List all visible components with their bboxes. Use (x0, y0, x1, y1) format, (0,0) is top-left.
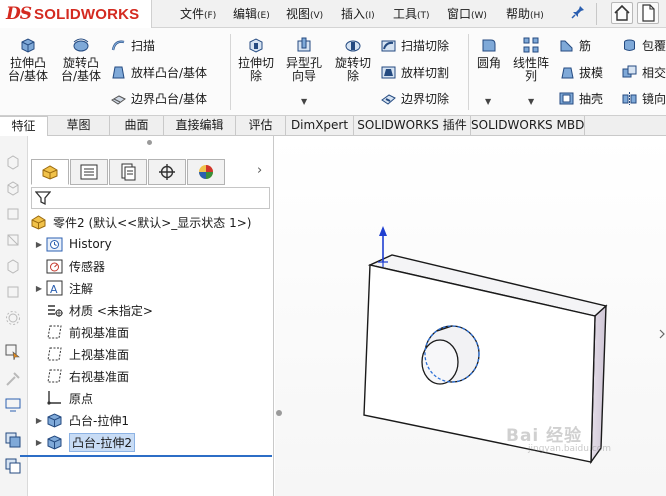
chevron-left-icon[interactable] (659, 329, 665, 339)
axis-y-arrow-icon (379, 226, 387, 236)
watermark: Bai 经验 (506, 426, 583, 446)
boss-cylinder-face (421, 339, 459, 385)
watermark-subtext: jingyan.baidu.com (528, 444, 612, 454)
viewport-splitter-handle[interactable] (276, 410, 282, 416)
